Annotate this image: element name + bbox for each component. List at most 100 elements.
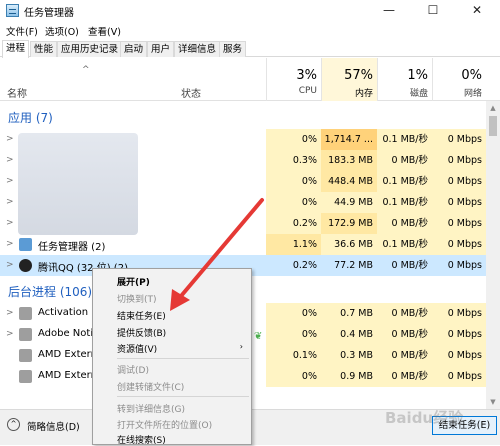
cpu-cell: 0% bbox=[266, 324, 321, 345]
expand-chevron-icon[interactable]: > bbox=[6, 260, 14, 270]
menu-view[interactable]: 查看(V) bbox=[88, 24, 121, 38]
task-manager-icon bbox=[19, 238, 32, 251]
expand-chevron-icon[interactable]: > bbox=[6, 239, 14, 249]
cpu-label: CPU bbox=[298, 86, 317, 96]
table-row[interactable]: > 任务管理器 (2) 1.1% 36.6 MB 0.1 MB/秒 0 Mbps bbox=[0, 234, 486, 255]
menu-file[interactable]: 文件(F) bbox=[6, 24, 38, 38]
scroll-up-icon[interactable]: ▲ bbox=[486, 101, 500, 115]
group-apps-label: 应用 (7) bbox=[8, 111, 53, 125]
menu-bar: 文件(F) 选项(O) 查看(V) bbox=[0, 22, 500, 39]
group-background-label: 后台进程 (106) bbox=[8, 285, 93, 299]
disk-cell: 0.1 MB/秒 bbox=[377, 129, 432, 150]
menu-item-expand[interactable]: 展开(P) bbox=[117, 275, 150, 288]
fewer-details-link[interactable]: 简略信息(D) bbox=[27, 419, 80, 433]
column-cpu[interactable]: 3% CPU bbox=[266, 58, 321, 101]
tab-processes[interactable]: 进程 bbox=[2, 40, 30, 58]
disk-cell: 0 MB/秒 bbox=[377, 324, 432, 345]
menu-options[interactable]: 选项(O) bbox=[45, 24, 79, 38]
column-name[interactable]: 名称 bbox=[7, 85, 27, 100]
network-cell: 0 Mbps bbox=[432, 171, 486, 192]
expand-chevron-icon[interactable]: > bbox=[6, 197, 14, 207]
disk-cell: 0 MB/秒 bbox=[377, 303, 432, 324]
process-name: 任务管理器 (2) bbox=[38, 242, 106, 253]
disk-cell: 0.1 MB/秒 bbox=[377, 192, 432, 213]
tab-app-history[interactable]: 应用历史记录 bbox=[57, 41, 123, 57]
watermark: Baidu经验 bbox=[385, 409, 464, 427]
menu-item-search-online[interactable]: 在线搜索(S) bbox=[117, 433, 166, 446]
expand-chevron-icon[interactable]: > bbox=[6, 155, 14, 165]
submenu-arrow-icon: › bbox=[239, 342, 243, 351]
expand-chevron-icon[interactable]: > bbox=[6, 218, 14, 228]
memory-cell: 183.3 MB bbox=[321, 150, 377, 171]
disk-cell: 0 MB/秒 bbox=[391, 260, 428, 271]
column-header: ^ 名称 状态 3% CPU 57% 内存 1% 磁盘 0% 网络 bbox=[0, 58, 500, 101]
menu-item-end-task[interactable]: 结束任务(E) bbox=[117, 309, 166, 322]
process-name: Adobe Noti bbox=[38, 328, 94, 339]
network-total: 0% bbox=[461, 68, 482, 83]
group-apps: 应用 (7) bbox=[0, 106, 486, 128]
cpu-cell: 0.1% bbox=[266, 345, 321, 366]
memory-cell: 1,714.7 ... bbox=[321, 129, 377, 150]
menu-item-resource-values[interactable]: 资源值(V) bbox=[117, 342, 157, 355]
scroll-thumb[interactable] bbox=[489, 116, 497, 136]
cpu-cell: 0.2% bbox=[266, 213, 321, 234]
close-button[interactable]: ✕ bbox=[455, 0, 499, 22]
network-cell: 0 Mbps bbox=[432, 192, 486, 213]
app-icon bbox=[19, 328, 32, 341]
cpu-cell: 0.2% bbox=[292, 260, 317, 271]
collapse-details-icon[interactable]: ^ bbox=[7, 418, 20, 431]
network-cell: 0 Mbps bbox=[432, 345, 486, 366]
scroll-down-icon[interactable]: ▼ bbox=[486, 395, 500, 409]
network-cell: 0 Mbps bbox=[432, 150, 486, 171]
network-cell: 0 Mbps bbox=[432, 366, 486, 387]
cpu-cell: 0% bbox=[266, 171, 321, 192]
memory-cell: 36.6 MB bbox=[321, 234, 377, 255]
task-manager-icon bbox=[6, 4, 19, 17]
menu-item-switch-to[interactable]: 切换到(T) bbox=[117, 292, 157, 305]
minimize-button[interactable]: — bbox=[367, 0, 411, 22]
memory-cell: 448.4 MB bbox=[321, 171, 377, 192]
memory-cell: 0.7 MB bbox=[321, 303, 377, 324]
disk-cell: 0 MB/秒 bbox=[377, 150, 432, 171]
menu-item-open-file-location[interactable]: 打开文件所在的位置(O) bbox=[117, 418, 212, 431]
tab-services[interactable]: 服务 bbox=[219, 41, 247, 57]
network-cell: 0 Mbps bbox=[432, 303, 486, 324]
network-cell: 0 Mbps bbox=[432, 234, 486, 255]
context-menu: 展开(P) 切换到(T) 结束任务(E) 提供反馈(B) 资源值(V) › 调试… bbox=[92, 268, 252, 446]
tab-details[interactable]: 详细信息 bbox=[174, 41, 221, 57]
memory-cell: 77.2 MB bbox=[334, 260, 373, 271]
maximize-button[interactable]: ☐ bbox=[411, 0, 455, 22]
disk-cell: 0 MB/秒 bbox=[377, 345, 432, 366]
column-status[interactable]: 状态 bbox=[181, 85, 201, 100]
vertical-scrollbar[interactable]: ▲ ▼ bbox=[486, 101, 500, 409]
menu-item-go-to-details[interactable]: 转到详细信息(G) bbox=[117, 402, 185, 415]
app-icon bbox=[19, 370, 32, 383]
tab-strip: 进程 性能 应用历史记录 启动 用户 详细信息 服务 bbox=[0, 40, 500, 58]
expand-chevron-icon[interactable]: > bbox=[6, 308, 14, 318]
app-icon bbox=[19, 307, 32, 320]
expand-chevron-icon[interactable]: > bbox=[6, 176, 14, 186]
process-name: AMD Extern bbox=[38, 370, 97, 381]
memory-cell: 44.9 MB bbox=[321, 192, 377, 213]
disk-cell: 0.1 MB/秒 bbox=[377, 234, 432, 255]
column-disk[interactable]: 1% 磁盘 bbox=[377, 58, 432, 101]
cpu-cell: 0% bbox=[266, 303, 321, 324]
leaf-icon: ❦ bbox=[254, 331, 263, 342]
expand-chevron-icon[interactable]: > bbox=[6, 134, 14, 144]
tab-performance[interactable]: 性能 bbox=[30, 41, 58, 57]
redacted-app-names bbox=[18, 133, 138, 235]
expand-chevron-icon[interactable]: > bbox=[6, 329, 14, 339]
memory-label: 内存 bbox=[354, 89, 373, 99]
column-memory[interactable]: 57% 内存 bbox=[321, 58, 377, 101]
column-network[interactable]: 0% 网络 bbox=[432, 58, 486, 101]
title-bar: 任务管理器 — ☐ ✕ bbox=[0, 0, 500, 22]
disk-total: 1% bbox=[407, 68, 428, 83]
tab-users[interactable]: 用户 bbox=[147, 41, 175, 57]
menu-item-debug[interactable]: 调试(D) bbox=[117, 363, 149, 376]
memory-cell: 172.9 MB bbox=[321, 213, 377, 234]
memory-cell: 0.4 MB bbox=[321, 324, 377, 345]
disk-cell: 0 MB/秒 bbox=[377, 366, 432, 387]
menu-item-feedback[interactable]: 提供反馈(B) bbox=[117, 326, 166, 339]
menu-item-dump-file[interactable]: 创建转储文件(C) bbox=[117, 380, 184, 393]
tab-startup[interactable]: 启动 bbox=[120, 41, 148, 57]
